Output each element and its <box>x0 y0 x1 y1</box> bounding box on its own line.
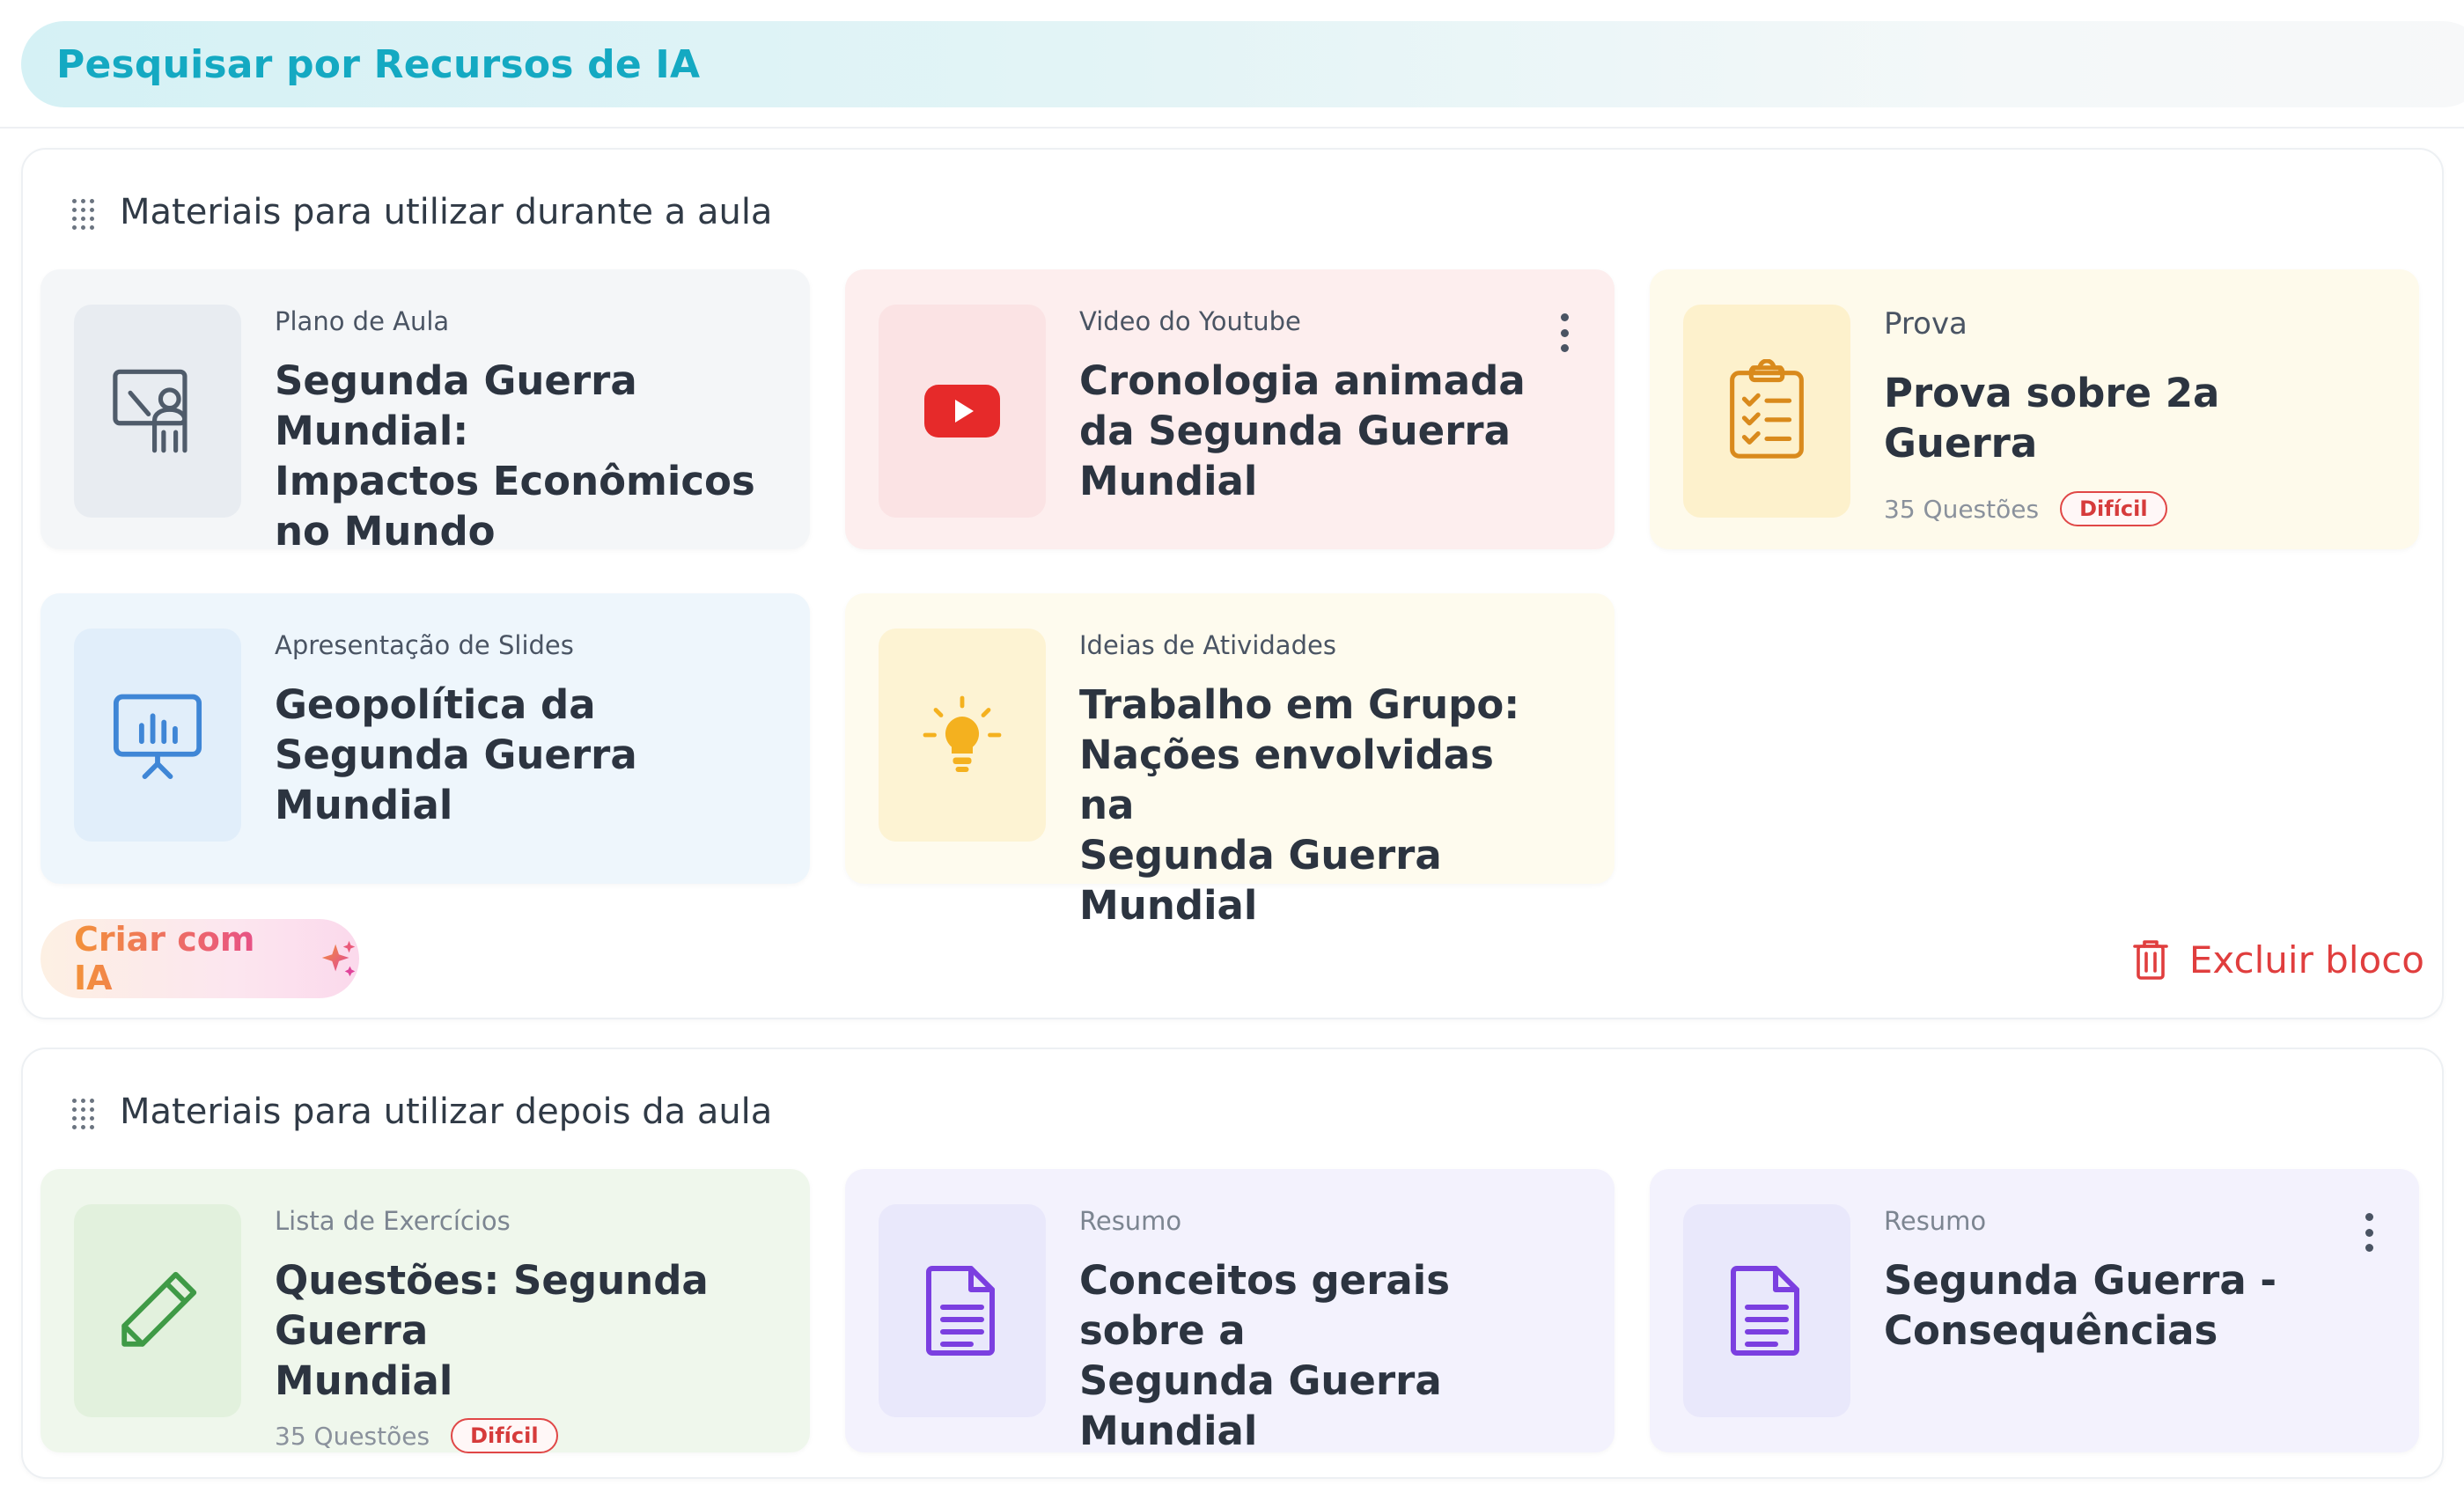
more-options-icon[interactable] <box>2363 1213 2375 1252</box>
create-with-ai-label: Criar com IA <box>74 920 296 997</box>
card-title: Conceitos gerais sobre a Segunda Guerra … <box>1079 1257 1450 1454</box>
card-type: Apresentação de Slides <box>275 630 574 660</box>
card-title: Trabalho em Grupo: Nações envolvidas na … <box>1079 681 1520 929</box>
teacher-board-icon <box>113 369 188 453</box>
block-during-class: Materiais para utilizar durante a aula P… <box>21 148 2444 1019</box>
block-title: Materiais para utilizar depois da aula <box>120 1092 773 1132</box>
card-title: Prova sobre 2a Guerra <box>1884 370 2220 467</box>
lightbulb-icon <box>923 695 1002 772</box>
card-icon-box <box>879 305 1046 518</box>
youtube-icon <box>924 385 1000 438</box>
card-youtube-video[interactable]: Video do Youtube Cronologia animada da S… <box>845 269 1614 549</box>
card-activity-ideas[interactable]: Ideias de Atividades Trabalho em Grupo: … <box>845 593 1614 929</box>
question-count: 35 Questões <box>1884 494 2040 524</box>
sparkles-icon <box>321 940 356 977</box>
block-title: Materiais para utilizar durante a aula <box>120 192 773 232</box>
more-options-icon[interactable] <box>1558 313 1570 352</box>
document-icon <box>926 1266 995 1356</box>
delete-block-button[interactable]: Excluir bloco <box>2131 924 2424 995</box>
card-text: Apresentação de Slides Geopolítica da Se… <box>275 630 757 830</box>
question-count: 35 Questões <box>275 1421 430 1451</box>
card-type: Resumo <box>1079 1206 1182 1236</box>
card-type: Resumo <box>1884 1206 1987 1236</box>
delete-block-label: Excluir bloco <box>2188 938 2424 982</box>
card-type: Prova <box>1884 306 1968 342</box>
card-text: Video do Youtube Cronologia animada da S… <box>1079 306 1562 506</box>
difficulty-badge: Difícil <box>2060 491 2167 526</box>
card-type: Ideias de Atividades <box>1079 630 1336 660</box>
presentation-chart-icon <box>113 694 202 780</box>
drag-handle-icon[interactable] <box>72 1099 95 1129</box>
card-text: Lista de Exercícios Questões: Segunda Gu… <box>275 1206 757 1453</box>
card-title: Segunda Guerra - Consequências <box>1884 1257 2277 1354</box>
card-title: Questões: Segunda Guerra Mundial <box>275 1257 709 1404</box>
block-after-class: Materiais para utilizar depois da aula L… <box>21 1048 2444 1479</box>
card-title: Cronologia animada da Segunda Guerra Mun… <box>1079 357 1526 504</box>
block-header: Materiais para utilizar depois da aula <box>72 1092 772 1132</box>
block-header: Materiais para utilizar durante a aula <box>72 192 772 232</box>
search-bar[interactable]: Pesquisar por Recursos de IA <box>21 21 2464 107</box>
card-text: Ideias de Atividades Trabalho em Grupo: … <box>1079 630 1562 930</box>
card-summary-general[interactable]: Resumo Conceitos gerais sobre a Segunda … <box>845 1169 1614 1454</box>
document-icon <box>1731 1266 1799 1356</box>
card-text: Plano de Aula Segunda Guerra Mundial: Im… <box>275 306 757 556</box>
card-meta: 35 Questões Difícil <box>1884 491 2366 526</box>
card-icon-box <box>1683 1204 1850 1417</box>
card-icon-box <box>1683 305 1850 518</box>
card-icon-box <box>74 629 241 842</box>
card-type: Lista de Exercícios <box>275 1206 511 1236</box>
card-exam[interactable]: Prova Prova sobre 2a Guerra 35 Questões … <box>1650 269 2419 549</box>
card-type: Video do Youtube <box>1079 306 1301 336</box>
card-icon-box <box>74 305 241 518</box>
card-lesson-plan[interactable]: Plano de Aula Segunda Guerra Mundial: Im… <box>40 269 810 555</box>
drag-handle-icon[interactable] <box>72 199 95 230</box>
card-text: Resumo Segunda Guerra - Consequências <box>1884 1206 2366 1356</box>
card-title: Segunda Guerra Mundial: Impactos Econômi… <box>275 357 755 555</box>
card-icon-box <box>879 1204 1046 1417</box>
card-summary-consequences[interactable]: Resumo Segunda Guerra - Consequências <box>1650 1169 2419 1452</box>
search-section: Pesquisar por Recursos de IA <box>0 0 2464 129</box>
card-icon-box <box>74 1204 241 1417</box>
clipboard-checklist-icon <box>1730 359 1804 459</box>
create-with-ai-button[interactable]: Criar com IA <box>40 919 359 998</box>
card-slides[interactable]: Apresentação de Slides Geopolítica da Se… <box>40 593 810 884</box>
pencil-icon <box>121 1271 197 1347</box>
search-label: Pesquisar por Recursos de IA <box>56 41 701 87</box>
card-title: Geopolítica da Segunda Guerra Mundial <box>275 681 637 828</box>
card-exercise-list[interactable]: Lista de Exercícios Questões: Segunda Gu… <box>40 1169 810 1453</box>
card-text: Resumo Conceitos gerais sobre a Segunda … <box>1079 1206 1562 1456</box>
card-type: Plano de Aula <box>275 306 450 336</box>
difficulty-badge: Difícil <box>451 1418 558 1453</box>
card-icon-box <box>879 629 1046 842</box>
trash-icon <box>2133 940 2168 980</box>
card-text: Prova Prova sobre 2a Guerra 35 Questões … <box>1884 306 2366 526</box>
card-meta: 35 Questões Difícil <box>275 1418 757 1453</box>
